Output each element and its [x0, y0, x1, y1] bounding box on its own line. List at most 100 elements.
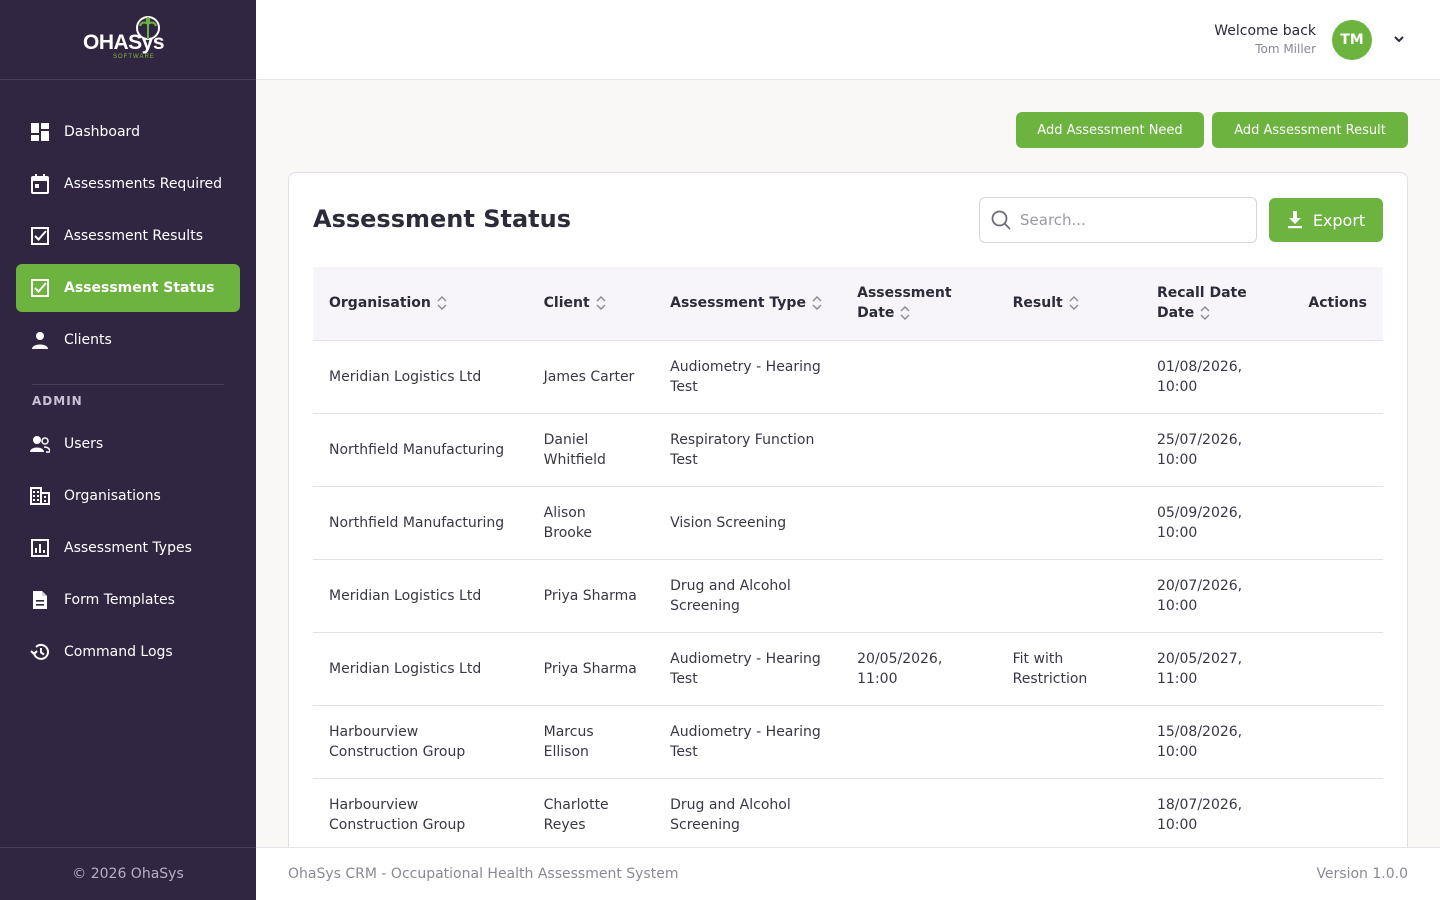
- cell-recall-date: 05/09/2026, 10:00: [1140, 485, 1293, 559]
- search-box[interactable]: [979, 197, 1257, 243]
- cell-organisation: Northfield Manufacturing: [313, 412, 528, 486]
- sidebar-item-organisations[interactable]: Organisations: [16, 472, 240, 520]
- sidebar-item-form-templates[interactable]: Form Templates: [16, 576, 240, 624]
- cell-assessment-type: Drug and Alcohol Screening: [654, 777, 842, 851]
- chevron-down-icon[interactable]: [1392, 32, 1406, 46]
- sort-icon: [1200, 306, 1210, 321]
- table-row[interactable]: Meridian Logistics Ltd Priya Sharma Audi…: [313, 631, 1383, 705]
- cell-assessment-type: Drug and Alcohol Screening: [654, 558, 842, 632]
- page-footer: OhaSys CRM - Occupational Health Assessm…: [256, 847, 1440, 900]
- cell-client: Priya Sharma: [527, 631, 655, 705]
- cell-recall-date: 18/07/2026, 10:00: [1140, 777, 1293, 851]
- search-input[interactable]: [1020, 211, 1240, 229]
- sidebar-copyright: © 2026 OhaSys: [0, 847, 256, 900]
- cell-recall-date: 01/08/2026, 10:00: [1140, 339, 1293, 413]
- logo-text: OHASys: [83, 30, 165, 54]
- cell-assessment-type: Respiratory Function Test: [654, 412, 842, 486]
- column-header-assessment-date[interactable]: Assessment Date: [841, 267, 997, 340]
- logo-subtext: SOFTWARE: [113, 53, 155, 60]
- table-row[interactable]: Northfield Manufacturing Daniel Whitfiel…: [313, 412, 1383, 486]
- cell-client: Alison Brooke: [527, 485, 655, 559]
- cell-organisation: Meridian Logistics Ltd: [313, 339, 528, 413]
- download-icon: [1287, 211, 1302, 229]
- cell-assessment-date: [841, 339, 997, 413]
- column-header-client[interactable]: Client: [528, 267, 655, 340]
- cell-organisation: Harbourview Construction Group: [313, 777, 528, 851]
- table-row[interactable]: Meridian Logistics Ltd Priya Sharma Drug…: [313, 558, 1383, 632]
- sidebar-item-label: Assessment Types: [64, 540, 192, 556]
- table-row[interactable]: Harbourview Construction Group Charlotte…: [313, 777, 1383, 851]
- sidebar-item-assessments-required[interactable]: Assessments Required: [16, 160, 240, 208]
- cell-client: Priya Sharma: [527, 558, 655, 632]
- avatar[interactable]: TM: [1332, 20, 1372, 60]
- sidebar-item-assessment-results[interactable]: Assessment Results: [16, 212, 240, 260]
- person-icon: [30, 330, 50, 350]
- sidebar-item-label: Clients: [64, 332, 112, 348]
- sort-icon: [900, 306, 910, 321]
- add-assessment-result-button[interactable]: Add Assessment Result: [1212, 112, 1408, 148]
- cell-assessment-date: [841, 558, 997, 632]
- search-icon: [991, 210, 1011, 230]
- cell-client: Charlotte Reyes: [527, 777, 655, 851]
- cell-assessment-type: Vision Screening: [654, 485, 842, 559]
- cell-client: Marcus Ellison: [527, 704, 655, 778]
- cell-actions: [1292, 704, 1383, 778]
- table-row[interactable]: Northfield Manufacturing Alison Brooke V…: [313, 485, 1383, 559]
- column-header-actions: Actions: [1308, 295, 1367, 312]
- cell-result: [996, 558, 1141, 632]
- cell-actions: [1292, 631, 1383, 705]
- cell-result: [996, 777, 1141, 851]
- user-name: Tom Miller: [1255, 42, 1316, 56]
- cell-client: James Carter: [527, 339, 655, 413]
- cell-assessment-type: Audiometry - Hearing Test: [654, 631, 842, 705]
- logo[interactable]: OHASys SOFTWARE: [83, 15, 173, 65]
- add-assessment-need-button[interactable]: Add Assessment Need: [1016, 112, 1204, 148]
- cell-actions: [1292, 339, 1383, 413]
- top-header: Welcome back Tom Miller TM: [256, 0, 1440, 80]
- cell-actions: [1292, 412, 1383, 486]
- sort-icon: [812, 296, 822, 311]
- sidebar-item-users[interactable]: Users: [16, 420, 240, 468]
- export-label: Export: [1312, 210, 1366, 230]
- checkbox-icon: [30, 278, 50, 298]
- bar-chart-icon: [30, 538, 50, 558]
- table-header-row: Organisation Client Assessment Type Asse…: [313, 267, 1383, 340]
- cell-organisation: Northfield Manufacturing: [313, 485, 528, 559]
- building-icon: [30, 486, 50, 506]
- welcome-text: Welcome back: [1214, 23, 1316, 39]
- cell-result: [996, 485, 1141, 559]
- cell-assessment-date: 20/05/2026, 11:00: [841, 631, 997, 705]
- users-icon: [30, 434, 50, 454]
- page-title: Assessment Status: [313, 205, 571, 233]
- sidebar-item-command-logs[interactable]: Command Logs: [16, 628, 240, 676]
- cell-recall-date: 25/07/2026, 10:00: [1140, 412, 1293, 486]
- footer-app-name: OhaSys CRM - Occupational Health Assessm…: [288, 866, 679, 882]
- cell-result: [996, 704, 1141, 778]
- assessment-status-table: Organisation Client Assessment Type Asse…: [313, 267, 1383, 851]
- sidebar-item-assessment-status[interactable]: Assessment Status: [16, 264, 240, 312]
- sidebar: OHASys SOFTWARE Dashboard Assessments Re…: [0, 0, 256, 900]
- column-header-organisation[interactable]: Organisation: [313, 267, 528, 340]
- sidebar-item-clients[interactable]: Clients: [16, 316, 240, 364]
- sidebar-item-label: Command Logs: [64, 644, 173, 660]
- sidebar-item-label: Dashboard: [64, 124, 140, 140]
- sort-icon: [1069, 296, 1079, 311]
- cell-result: Fit with Restriction: [996, 631, 1141, 705]
- column-header-assessment-type[interactable]: Assessment Type: [654, 267, 841, 340]
- sidebar-item-dashboard[interactable]: Dashboard: [16, 108, 240, 156]
- sidebar-item-label: Assessment Status: [64, 280, 215, 296]
- checkbox-icon: [30, 226, 50, 246]
- main-nav: Dashboard Assessments Required Assessmen…: [0, 80, 256, 676]
- document-icon: [30, 590, 50, 610]
- table-row[interactable]: Meridian Logistics Ltd James Carter Audi…: [313, 339, 1383, 413]
- cell-assessment-date: [841, 485, 997, 559]
- admin-divider: [32, 384, 224, 385]
- sidebar-item-assessment-types[interactable]: Assessment Types: [16, 524, 240, 572]
- cell-assessment-date: [841, 777, 997, 851]
- column-header-recall-date[interactable]: Recall Date Date: [1141, 267, 1292, 340]
- export-button[interactable]: Export: [1269, 198, 1383, 242]
- table-row[interactable]: Harbourview Construction Group Marcus El…: [313, 704, 1383, 778]
- logo-area: OHASys SOFTWARE: [0, 0, 256, 80]
- cell-result: [996, 339, 1141, 413]
- column-header-result[interactable]: Result: [997, 267, 1141, 340]
